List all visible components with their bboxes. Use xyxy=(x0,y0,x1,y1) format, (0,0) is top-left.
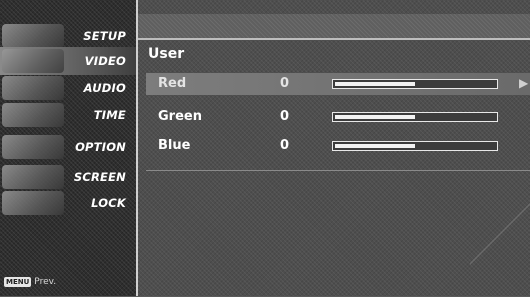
setting-value: 0 xyxy=(280,138,290,153)
menu-item-label: OPTION xyxy=(75,140,126,154)
section-title: User xyxy=(148,46,185,62)
option-icon xyxy=(2,135,64,159)
menu-key-icon: MENU xyxy=(4,277,32,287)
slider-fill xyxy=(335,115,415,119)
red-slider[interactable] xyxy=(332,79,498,89)
empty-panel-area xyxy=(146,170,530,297)
setting-value: 0 xyxy=(280,76,290,91)
menu-item-label: AUDIO xyxy=(83,81,126,95)
menu-item-label: SCREEN xyxy=(73,170,126,184)
menu-item-setup[interactable]: SETUP xyxy=(0,22,136,50)
header-bar xyxy=(138,14,530,40)
menu-item-label: LOCK xyxy=(91,196,126,210)
setting-row-blue[interactable]: Blue 0 xyxy=(146,135,530,157)
video-icon xyxy=(2,49,64,73)
setting-value: 0 xyxy=(280,109,290,124)
menu-item-time[interactable]: TIME xyxy=(0,101,136,129)
setting-label: Red xyxy=(158,76,187,91)
setup-icon xyxy=(2,24,64,48)
blue-slider[interactable] xyxy=(332,141,498,151)
tv-osd-screen: SETUP VIDEO AUDIO TIME OPTION SCREEN LOC… xyxy=(0,0,530,297)
green-slider[interactable] xyxy=(332,112,498,122)
setting-row-red[interactable]: Red 0 ▶ xyxy=(146,73,530,95)
lock-icon xyxy=(2,191,64,215)
decorative-divider xyxy=(470,171,530,297)
color-settings-panel: Red 0 ▶ Green 0 Blue 0 xyxy=(146,73,530,165)
screen-icon xyxy=(2,165,64,189)
right-arrow-icon[interactable]: ▶ xyxy=(519,76,528,90)
menu-item-option[interactable]: OPTION xyxy=(0,133,136,161)
menu-item-audio[interactable]: AUDIO xyxy=(0,74,136,102)
audio-icon xyxy=(2,76,64,100)
time-icon xyxy=(2,103,64,127)
menu-item-label: TIME xyxy=(93,108,126,122)
menu-item-lock[interactable]: LOCK xyxy=(0,189,136,217)
prev-hint: MENU Prev. xyxy=(4,277,56,287)
setting-row-green[interactable]: Green 0 xyxy=(146,106,530,128)
menu-item-screen[interactable]: SCREEN xyxy=(0,163,136,191)
menu-item-video[interactable]: VIDEO xyxy=(0,47,136,75)
setting-label: Green xyxy=(158,109,202,124)
setting-label: Blue xyxy=(158,138,191,153)
prev-hint-text: Prev. xyxy=(34,277,57,287)
sidebar-menu: SETUP VIDEO AUDIO TIME OPTION SCREEN LOC… xyxy=(0,0,138,296)
slider-fill xyxy=(335,82,415,86)
menu-item-label: VIDEO xyxy=(84,54,126,68)
menu-item-label: SETUP xyxy=(83,29,126,43)
slider-fill xyxy=(335,144,415,148)
